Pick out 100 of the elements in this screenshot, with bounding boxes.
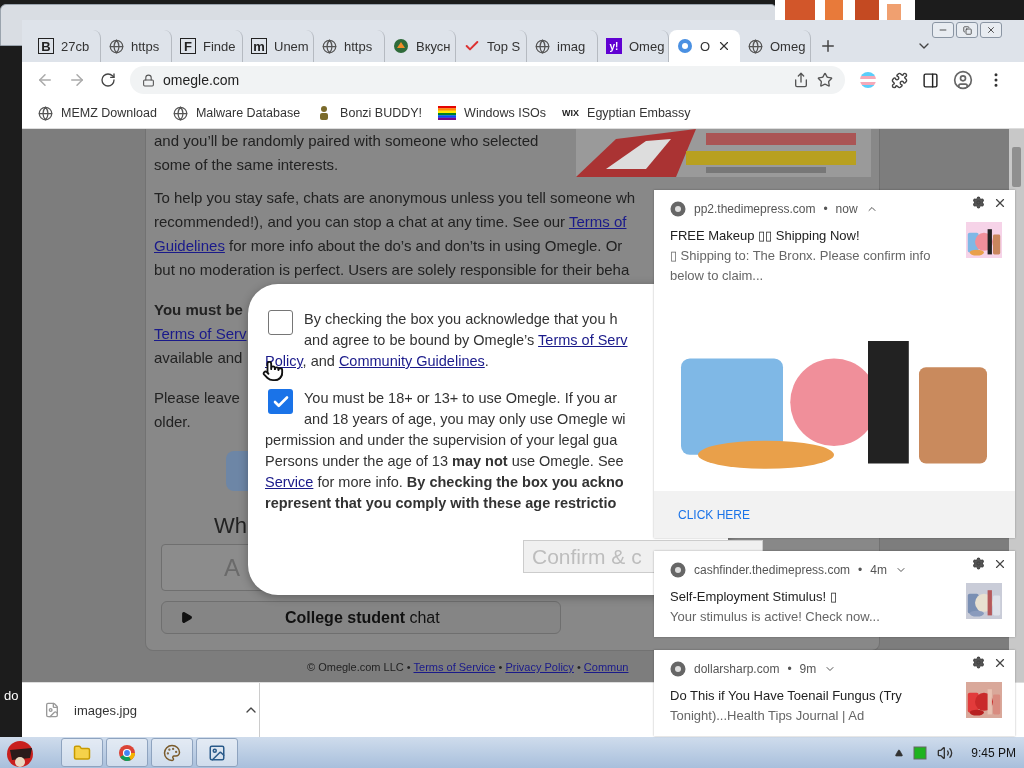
text-link[interactable]: Guidelines [154,237,225,254]
side-panel-icon[interactable] [922,71,939,89]
image-icon [208,743,226,762]
paragraph-line: some of the same interests. [154,155,339,175]
notification-title: Self-Employment Stimulus! ▯ [670,588,838,606]
palette-icon [163,743,181,762]
logo-text: WIX [562,108,580,118]
settings-icon[interactable] [972,557,985,570]
show-hidden-icon[interactable] [895,748,904,757]
play-icon [180,611,193,624]
paragraph-line: available and [154,348,243,368]
notification-site: dollarsharp.com [694,662,780,676]
folder-icon [73,743,91,762]
checkbox[interactable] [268,389,293,414]
notification-body: Tonight)...Health Tips Journal | Ad [670,707,866,725]
dialog-text-line: and agree to be bound by Omegle’s Terms of Serv [304,331,628,350]
bookmark[interactable]: Malware Database [172,105,301,121]
browser-icon [670,562,686,578]
footer-text: © Omegle.com LLC • Terms of Service • Privacy Policy • Commun [307,661,629,673]
separator-dot: • [858,563,863,577]
logo-tile: y! [606,38,622,54]
text-link[interactable]: Terms of Serv [538,332,628,348]
dialog-text-line: You must be 18+ or 13+ to use Omegle. If you ar [304,389,618,408]
chrome-icon [118,743,136,762]
notification-site: pp2.thedimepress.com [694,202,816,216]
paragraph-line: but no moderation is perfect. Users are solely responsible for their beha [154,260,630,280]
checkbox[interactable] [268,310,293,335]
paragraph-line: You must be [154,300,243,320]
paragraph-line: and you’ll be randomly paired with someone who selected [154,131,539,151]
paragraph-line: Please leave [154,388,240,408]
browser-icon [670,201,686,217]
close-icon[interactable] [993,196,1007,210]
browser-tab[interactable]: O [669,30,740,62]
globe-icon [38,105,53,121]
taskbar-button[interactable] [151,738,193,767]
close-button[interactable] [980,22,1002,38]
text-link[interactable]: Policy [265,353,303,369]
profile-icon[interactable] [953,70,973,90]
globe-icon [535,38,550,54]
restore-icon [962,25,972,35]
notification-title: FREE Makeup ▯▯ Shipping Now! [670,227,861,245]
text-link[interactable]: Community Guidelines [338,353,485,369]
share-icon[interactable] [793,72,809,88]
letter-icon: F [180,38,196,54]
notification-body: Your stimulus is active! Check now... [670,608,881,626]
address-bar[interactable]: omegle.com [130,66,845,94]
dialog-text-line: Persons under the age of 13 may not use Omegle. See [265,452,624,471]
globe-icon [172,105,188,121]
paragraph-line: To help you stay safe, chats are anonymous unless you tell someone wh [154,188,636,208]
dialog-text-line: represent that you comply with these age restrictio [265,494,617,513]
extensions-icon[interactable] [891,71,908,89]
bookmark[interactable]: MEMZ Download [38,105,157,121]
reload-icon[interactable] [100,72,116,88]
text-link[interactable]: Terms of [568,213,627,230]
lock-icon [142,73,155,87]
close-icon[interactable] [993,656,1007,670]
separator-dot: • [787,662,792,676]
browser-icon [670,661,686,677]
app-icon [677,38,693,54]
star-icon[interactable] [817,72,833,88]
notification-title: Do This if You Have Toenail Fungus (Try [670,687,903,705]
scroll-thumb[interactable] [1012,147,1021,187]
bookmark[interactable]: Bonzi BUDDY! [316,105,423,121]
letter-icon: m [251,38,267,54]
bookmark[interactable]: Windows ISOs [438,106,547,120]
bookmark[interactable]: WIX Egyptian Embassy [562,106,691,120]
file-icon [44,702,60,718]
volume-icon[interactable] [937,744,954,761]
globe-icon [748,38,763,54]
section-heading: Wh [214,513,247,539]
paragraph-line: older. [154,412,191,432]
text-link[interactable]: Service [265,474,314,490]
paragraph-line: recommended!), and you can stop a chat at any time. See our Terms of [154,212,627,232]
clock: 9:45 PM [971,745,1016,760]
dialog-text-line: Policy, and Community Guidelines. [265,352,489,371]
dialog-text-line: By checking the box you acknowledge that you h [304,310,618,329]
flag-icon [438,106,457,120]
paragraph-line: Guidelines for more info about the do’s and don’ts in using Omegle. Or [154,236,623,256]
college-chat-button[interactable]: College student chat [161,601,561,634]
restore-button[interactable] [956,22,978,38]
notification-time: 4m [870,563,887,577]
taskbar-button[interactable] [196,738,238,767]
notification-time: 9m [799,662,817,676]
settings-icon[interactable] [972,196,985,209]
close-icon[interactable] [993,557,1007,571]
letter-icon: B [38,38,54,54]
new-tab-icon[interactable] [819,37,837,55]
globe-icon [322,38,337,54]
notification-body: ▯ Shipping to: The Bronx. Please confirm info below to claim... [670,247,932,285]
separator-dot: • [823,202,828,216]
close-icon [986,25,996,35]
taskbar-button[interactable] [106,738,148,767]
desktop-icon-label: do [4,688,19,703]
action-link[interactable]: CLICK HERE [678,507,751,522]
globe-icon [109,38,124,54]
text-link[interactable]: Terms of Serv [154,322,247,346]
dialog-text-line: permission and under the supervision of your legal gua [265,431,618,450]
square-icon[interactable] [913,745,928,760]
settings-icon[interactable] [972,656,985,669]
notification-time: now [835,202,858,216]
